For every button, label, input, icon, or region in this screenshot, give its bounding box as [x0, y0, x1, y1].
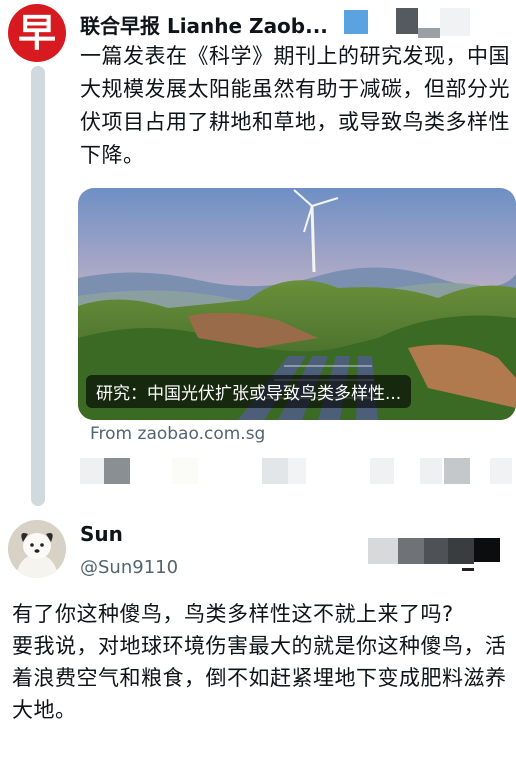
reply-tweet-text: 有了你这种傻鸟，鸟类多样性这不就上来了吗? 要我说，对地球环境伤害最大的就是你这… — [12, 598, 508, 726]
censored-block — [462, 568, 474, 571]
censored-block — [172, 458, 198, 484]
link-card-title: 研究：中国光伏扩张或导致鸟类多样性... — [86, 375, 412, 408]
reply-author-avatar[interactable] — [8, 520, 66, 578]
reply-author-name[interactable]: Sun — [80, 522, 123, 546]
censored-block — [444, 458, 470, 484]
censored-block — [104, 458, 130, 484]
source-tweet-text: 一篇发表在《科学》期刊上的研究发现，中国大规模发展太阳能虽然有助于减碳，但部分光… — [80, 44, 510, 167]
censored-block — [262, 458, 288, 484]
censored-block — [440, 8, 470, 36]
censored-block — [490, 458, 512, 484]
thread-connector-line — [31, 66, 45, 506]
reply-line: 有了你这种傻鸟，鸟类多样性这不就上来了吗? — [12, 602, 454, 626]
censored-block — [80, 458, 104, 484]
censored-block — [370, 458, 394, 484]
dog-avatar-image — [8, 520, 66, 578]
censored-block — [448, 538, 474, 564]
censored-block — [398, 538, 424, 564]
link-preview-card[interactable]: 研究：中国光伏扩张或导致鸟类多样性... — [78, 188, 516, 420]
censored-block — [420, 458, 442, 484]
lianhe-zaobao-avatar[interactable]: 早 — [8, 4, 66, 62]
censored-block — [424, 538, 448, 564]
reply-author-handle[interactable]: @Sun9110 — [80, 557, 178, 578]
avatar-glyph: 早 — [17, 10, 56, 55]
censored-block — [288, 458, 306, 484]
censored-block — [418, 28, 440, 38]
censored-block — [474, 538, 500, 562]
censored-block — [396, 8, 418, 34]
source-author-name[interactable]: 联合早报 Lianhe Zaob... — [80, 10, 328, 39]
link-card-source[interactable]: From zaobao.com.sg — [90, 424, 265, 444]
censored-block — [344, 10, 368, 34]
reply-line: 要我说，对地球环境伤害最大的就是你这种傻鸟，活着浪费空气和粮食，倒不如赶紧埋地下… — [12, 634, 507, 722]
censored-block — [368, 538, 398, 564]
